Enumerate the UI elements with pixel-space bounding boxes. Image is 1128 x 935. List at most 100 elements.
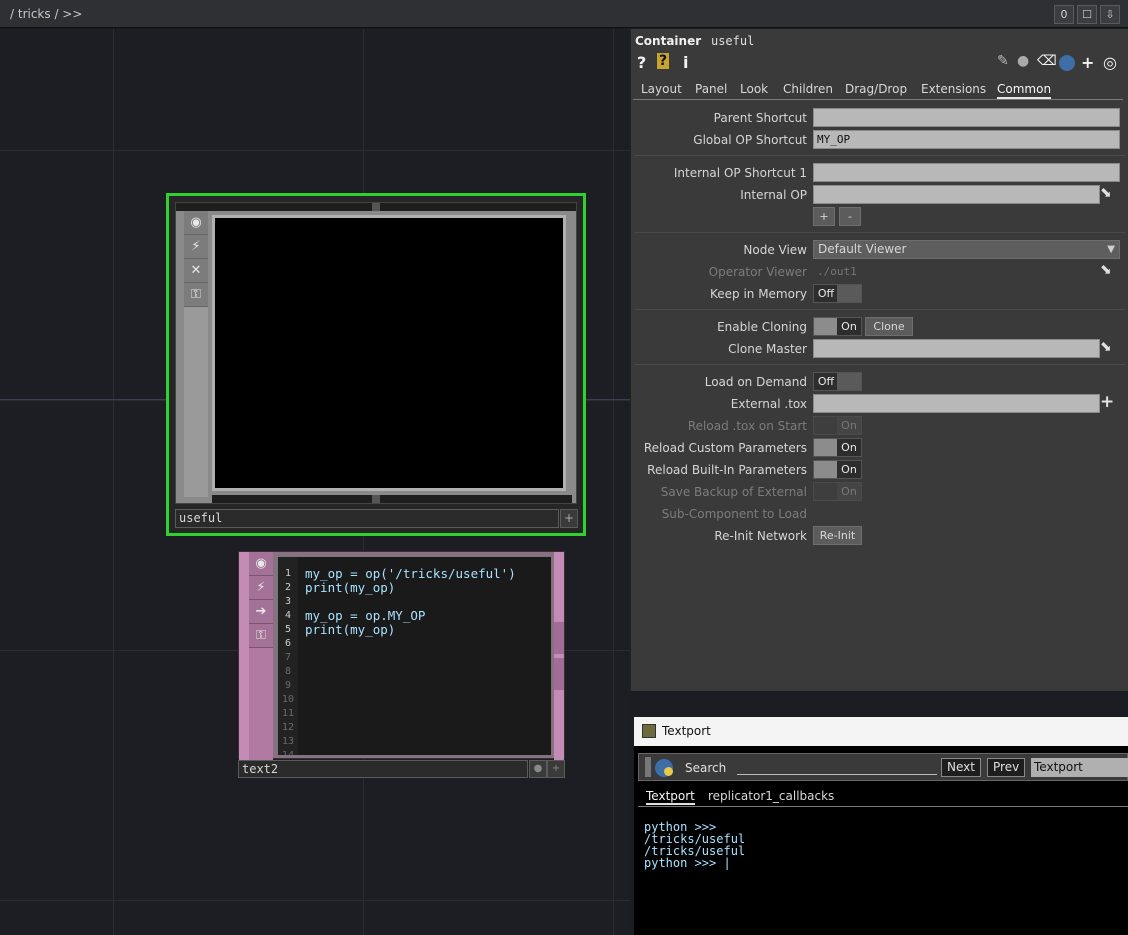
param-label: Enable Cloning bbox=[717, 320, 807, 334]
save-backup-toggle[interactable]: On bbox=[813, 482, 862, 501]
line-number: 14 bbox=[281, 750, 295, 756]
radio-icon[interactable]: ◉ bbox=[184, 211, 208, 235]
text-node-text2[interactable]: ◉ ⚡ ➔ ⚿ 1 2 3 4 5 6 7 8 9 10 11 12 13 14 bbox=[238, 551, 566, 778]
node-add-icon[interactable]: + bbox=[547, 760, 565, 778]
edit-icon[interactable]: ✎ bbox=[997, 53, 1009, 69]
drag-arrow-icon[interactable]: ⬊ bbox=[1100, 262, 1112, 278]
arrow-right-icon[interactable]: ➔ bbox=[249, 600, 273, 624]
textport-output[interactable]: python >>> /tricks/useful /tricks/useful… bbox=[644, 821, 745, 869]
lock-icon[interactable]: ⚿ bbox=[184, 283, 208, 307]
code-line: my_op = op('/tricks/useful') bbox=[305, 566, 516, 581]
chevron-down-icon: ▼ bbox=[1107, 244, 1115, 255]
python-icon[interactable] bbox=[1059, 55, 1075, 71]
line-number: 8 bbox=[284, 666, 292, 677]
drag-arrow-icon[interactable]: ⬊ bbox=[1100, 185, 1112, 201]
tab-children[interactable]: Children bbox=[783, 82, 833, 96]
param-parent-shortcut: Parent Shortcut bbox=[631, 108, 1128, 128]
add-seq-button[interactable]: + bbox=[813, 207, 835, 226]
python-help-icon[interactable]: ? bbox=[657, 53, 670, 69]
info-icon[interactable]: i bbox=[683, 53, 688, 72]
reinit-button[interactable]: Re-Init bbox=[813, 526, 862, 545]
tab-layout[interactable]: Layout bbox=[641, 82, 682, 96]
load-on-demand-toggle[interactable]: Off bbox=[813, 372, 862, 391]
node-name-label[interactable]: text2 bbox=[238, 760, 528, 778]
param-label: Internal OP Shortcut 1 bbox=[673, 166, 807, 180]
output-strip bbox=[212, 495, 572, 503]
parent-shortcut-field[interactable] bbox=[813, 108, 1120, 127]
clone-button[interactable]: Clone bbox=[865, 317, 913, 336]
code-text[interactable]: my_op = op('/tricks/useful') print(my_op… bbox=[305, 567, 516, 637]
maximize-button[interactable]: ☐ bbox=[1077, 5, 1097, 24]
node-flag-bar: ◉ ⚡ ➔ ⚿ bbox=[249, 552, 273, 760]
output-connector[interactable] bbox=[554, 622, 564, 654]
line-number: 13 bbox=[281, 736, 295, 747]
tab-look[interactable]: Look bbox=[740, 82, 768, 96]
param-reload-custom-params: Reload Custom Parameters On bbox=[631, 438, 1128, 458]
container-node-useful[interactable]: ◉ ⚡ ✕ ⚿ useful + bbox=[166, 193, 586, 536]
tab-drag-drop[interactable]: Drag/Drop bbox=[845, 82, 907, 96]
next-button[interactable]: Next bbox=[941, 758, 981, 777]
enable-cloning-toggle[interactable]: On bbox=[813, 317, 862, 336]
clear-icon[interactable]: ⌫ bbox=[1037, 53, 1057, 69]
python-icon-accent bbox=[664, 767, 673, 776]
line-number: 1 bbox=[284, 568, 292, 579]
param-save-backup-external: Save Backup of External On bbox=[631, 482, 1128, 502]
tab-textport[interactable]: Textport bbox=[646, 789, 695, 805]
tab-replicator1-callbacks[interactable]: replicator1_callbacks bbox=[708, 789, 834, 803]
text-editor[interactable]: 1 2 3 4 5 6 7 8 9 10 11 12 13 14 my_op =… bbox=[277, 556, 552, 756]
keep-in-memory-toggle[interactable]: Off bbox=[813, 284, 862, 303]
parameter-panel: Container useful ? ? i ✎ ● ⌫ + ◎ Layout … bbox=[630, 29, 1128, 691]
tab-panel[interactable]: Panel bbox=[695, 82, 727, 96]
reload-tox-toggle[interactable]: On bbox=[813, 416, 862, 435]
zero-button[interactable]: 0 bbox=[1054, 5, 1074, 24]
external-tox-field[interactable] bbox=[813, 394, 1100, 413]
target-icon[interactable]: ◎ bbox=[1103, 53, 1117, 72]
close-icon[interactable]: ✕ bbox=[184, 259, 208, 283]
network-path[interactable]: / tricks / >> bbox=[10, 7, 82, 21]
tab-common[interactable]: Common bbox=[997, 82, 1052, 99]
path-bar: / tricks / >> 0 ☐ ⇩ bbox=[0, 0, 1128, 28]
param-label: Parent Shortcut bbox=[713, 111, 807, 125]
param-label: Clone Master bbox=[728, 342, 807, 356]
activity-icon[interactable]: ⚡ bbox=[184, 235, 208, 259]
param-label: Load on Demand bbox=[704, 375, 807, 389]
node-add-icon[interactable]: + bbox=[560, 509, 578, 528]
add-file-icon[interactable]: + bbox=[1100, 392, 1114, 412]
textport-selector[interactable]: Textport bbox=[1031, 758, 1128, 777]
output-bar bbox=[554, 552, 564, 760]
internal-op-field[interactable] bbox=[813, 185, 1100, 204]
tab-extensions[interactable]: Extensions bbox=[921, 82, 986, 96]
global-op-shortcut-field[interactable]: MY_OP bbox=[813, 130, 1120, 149]
comment-icon[interactable]: ● bbox=[1017, 53, 1029, 69]
radio-icon[interactable]: ◉ bbox=[249, 552, 273, 576]
reload-custom-params-toggle[interactable]: On bbox=[813, 438, 862, 457]
reload-builtin-params-toggle[interactable]: On bbox=[813, 460, 862, 479]
activity-icon[interactable]: ⚡ bbox=[249, 576, 273, 600]
download-button[interactable]: ⇩ bbox=[1100, 5, 1120, 24]
add-icon[interactable]: + bbox=[1081, 53, 1094, 72]
node-view-dropdown[interactable]: Default Viewer ▼ bbox=[813, 240, 1120, 259]
prev-button[interactable]: Prev bbox=[987, 758, 1026, 777]
textport-titlebar[interactable]: Textport bbox=[634, 717, 1128, 746]
textport-tabs: Textport replicator1_callbacks bbox=[638, 787, 1128, 807]
lock-icon[interactable]: ⚿ bbox=[249, 624, 273, 648]
node-viewer[interactable] bbox=[212, 215, 566, 491]
grip-handle[interactable] bbox=[645, 757, 651, 777]
param-global-op-shortcut: Global OP Shortcut MY_OP bbox=[631, 130, 1128, 150]
param-label: External .tox bbox=[730, 397, 807, 411]
clone-master-field[interactable] bbox=[813, 339, 1100, 358]
drag-arrow-icon[interactable]: ⬊ bbox=[1100, 339, 1112, 355]
line-number-gutter: 1 2 3 4 5 6 7 8 9 10 11 12 13 14 bbox=[278, 557, 298, 756]
viewer-toggle-icon[interactable]: ● bbox=[529, 760, 547, 778]
param-label: Internal OP bbox=[740, 188, 807, 202]
node-flag-bar: ◉ ⚡ ✕ ⚿ bbox=[184, 211, 208, 497]
operator-name[interactable]: useful bbox=[711, 34, 754, 48]
operator-viewer-value: ./out1 bbox=[817, 265, 857, 278]
help-icon[interactable]: ? bbox=[637, 53, 646, 72]
node-name-label[interactable]: useful bbox=[175, 509, 559, 528]
internal-op-shortcut-field[interactable] bbox=[813, 163, 1120, 182]
search-input[interactable] bbox=[737, 759, 937, 775]
remove-seq-button[interactable]: - bbox=[839, 207, 861, 226]
output-connector[interactable] bbox=[554, 658, 564, 690]
input-strip bbox=[176, 203, 576, 211]
